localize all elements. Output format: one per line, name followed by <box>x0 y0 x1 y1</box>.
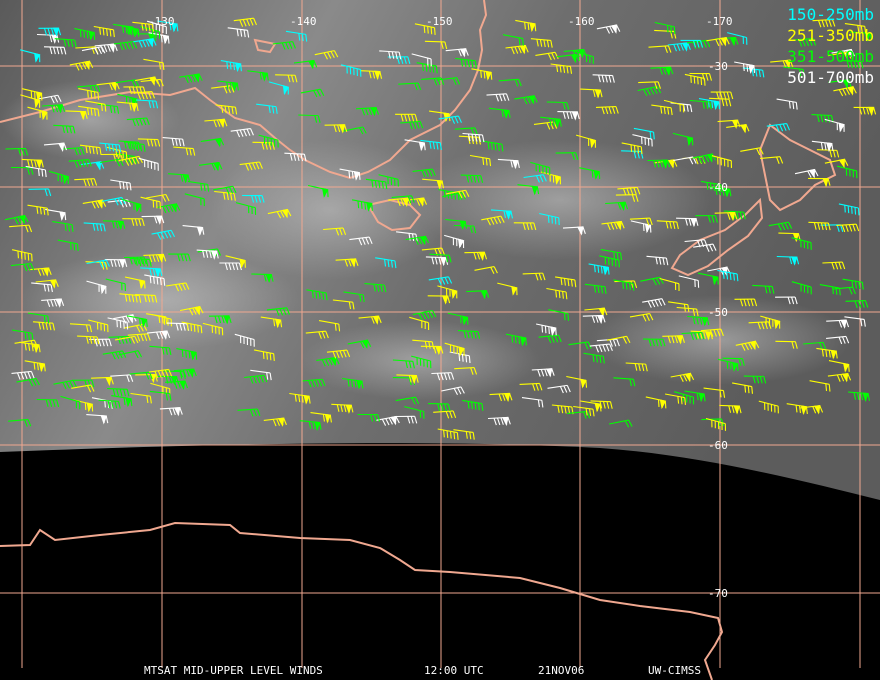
lon-label-140: -140 <box>290 15 317 28</box>
lon-label-130: -130 <box>148 15 175 28</box>
legend-item-150-250: 150-250mb <box>787 5 874 24</box>
lat-label-70: -70 <box>708 587 728 600</box>
footer-caption: MTSAT MID-UPPER LEVEL WINDS 12:00 UTC 21… <box>0 664 880 678</box>
imagery-area <box>0 0 880 500</box>
lat-label-30: -30 <box>708 60 728 73</box>
observation-date: 21NOV06 <box>538 664 585 677</box>
observation-time: 12:00 UTC <box>424 664 484 677</box>
pressure-legend: 150-250mb 251-350mb 351-500mb 501-700mb <box>787 4 874 88</box>
data-source: UW-CIMSS <box>648 664 701 677</box>
lon-label-170: -170 <box>706 15 733 28</box>
map-canvas: -130 -140 -150 -160 -170 -30 -40 -50 -60… <box>0 0 880 680</box>
legend-item-351-500: 351-500mb <box>787 47 874 66</box>
lat-label-60: -60 <box>708 439 728 452</box>
product-title: MTSAT MID-UPPER LEVEL WINDS <box>144 664 323 677</box>
legend-item-501-700: 501-700mb <box>787 68 874 87</box>
lat-label-50: -50 <box>708 306 728 319</box>
legend-item-251-350: 251-350mb <box>787 26 874 45</box>
lon-label-160: -160 <box>568 15 595 28</box>
lon-label-150: -150 <box>426 15 453 28</box>
lat-label-40: -40 <box>708 181 728 194</box>
antarctica-coast <box>0 521 724 680</box>
satellite-wind-map: -130 -140 -150 -160 -170 -30 -40 -50 -60… <box>0 0 880 680</box>
